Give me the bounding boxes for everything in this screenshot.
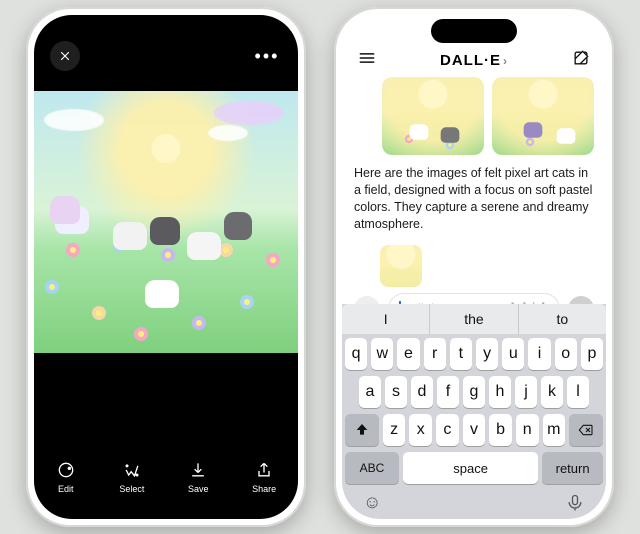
edit-button[interactable]: Edit: [56, 460, 76, 494]
key-l[interactable]: l: [567, 376, 589, 408]
result-thumbnail-2[interactable]: [492, 77, 594, 155]
result-thumbnails: [382, 77, 594, 155]
close-button[interactable]: [50, 41, 80, 71]
shift-key[interactable]: [345, 414, 379, 446]
keyboard-row-2: asdfghjkl: [345, 376, 603, 408]
key-d[interactable]: d: [411, 376, 433, 408]
share-button[interactable]: Share: [252, 460, 276, 494]
keyboard-row-4: ABC space return: [345, 452, 603, 484]
save-button[interactable]: Save: [188, 460, 209, 494]
key-k[interactable]: k: [541, 376, 563, 408]
return-key[interactable]: return: [542, 452, 603, 484]
compose-button[interactable]: [570, 47, 592, 69]
chat-title[interactable]: DALL·E ›: [440, 52, 508, 69]
key-g[interactable]: g: [463, 376, 485, 408]
key-x[interactable]: x: [409, 414, 432, 446]
key-e[interactable]: e: [397, 338, 419, 370]
share-icon: [254, 460, 274, 480]
suggestion-3[interactable]: to: [519, 304, 606, 334]
key-h[interactable]: h: [489, 376, 511, 408]
key-v[interactable]: v: [463, 414, 486, 446]
key-p[interactable]: p: [581, 338, 603, 370]
phone-right-chat: DALL·E ›: [334, 7, 614, 527]
menu-button[interactable]: [356, 47, 378, 69]
key-j[interactable]: j: [515, 376, 537, 408]
key-r[interactable]: r: [424, 338, 446, 370]
ios-keyboard: I the to qwertyuiop asdfghjkl zxcvbnm: [342, 304, 606, 519]
send-button[interactable]: [568, 296, 594, 305]
key-i[interactable]: i: [528, 338, 550, 370]
input-attachment-thumb[interactable]: [380, 245, 422, 287]
key-y[interactable]: y: [476, 338, 498, 370]
generated-image[interactable]: [34, 91, 298, 353]
key-w[interactable]: w: [371, 338, 393, 370]
notch: [123, 19, 209, 43]
emoji-key[interactable]: ☺: [363, 492, 381, 513]
key-u[interactable]: u: [502, 338, 524, 370]
share-label: Share: [252, 484, 276, 494]
save-label: Save: [188, 484, 209, 494]
key-n[interactable]: n: [516, 414, 539, 446]
input-bar: ＋ Edit image ❙❙∣❙: [354, 291, 594, 305]
chevron-right-icon: ›: [503, 54, 508, 68]
input-placeholder: Edit image: [405, 301, 466, 304]
select-button[interactable]: Select: [119, 460, 144, 494]
keyboard-suggestions: I the to: [342, 304, 606, 334]
key-z[interactable]: z: [383, 414, 406, 446]
result-thumbnail-1[interactable]: [382, 77, 484, 155]
space-key[interactable]: space: [403, 452, 538, 484]
assistant-message: Here are the images of felt pixel art ca…: [354, 165, 594, 233]
key-c[interactable]: c: [436, 414, 459, 446]
add-attachment-button[interactable]: ＋: [354, 296, 380, 305]
audio-waveform-icon[interactable]: ❙❙∣❙: [507, 300, 549, 304]
edit-label: Edit: [58, 484, 74, 494]
suggestion-1[interactable]: I: [342, 304, 430, 334]
text-cursor: [399, 301, 401, 305]
chat-title-text: DALL·E: [440, 52, 501, 69]
phone-left-image-viewer: •••: [26, 7, 306, 527]
key-a[interactable]: a: [359, 376, 381, 408]
key-m[interactable]: m: [543, 414, 566, 446]
key-f[interactable]: f: [437, 376, 459, 408]
select-icon: [122, 460, 142, 480]
viewer-toolbar: Edit Select Save Share: [34, 445, 298, 519]
dictation-key[interactable]: [565, 493, 585, 513]
keyboard-row-1: qwertyuiop: [345, 338, 603, 370]
key-s[interactable]: s: [385, 376, 407, 408]
key-b[interactable]: b: [489, 414, 512, 446]
select-label: Select: [119, 484, 144, 494]
message-input[interactable]: Edit image ❙❙∣❙: [388, 293, 560, 305]
key-q[interactable]: q: [345, 338, 367, 370]
more-icon: •••: [255, 46, 280, 67]
download-icon: [188, 460, 208, 480]
keyboard-row-3: zxcvbnm: [345, 414, 603, 446]
suggestion-2[interactable]: the: [430, 304, 518, 334]
more-button[interactable]: •••: [252, 41, 282, 71]
notch: [431, 19, 517, 43]
backspace-key[interactable]: [569, 414, 603, 446]
edit-icon: [56, 460, 76, 480]
abc-key[interactable]: ABC: [345, 452, 399, 484]
key-o[interactable]: o: [555, 338, 577, 370]
key-t[interactable]: t: [450, 338, 472, 370]
